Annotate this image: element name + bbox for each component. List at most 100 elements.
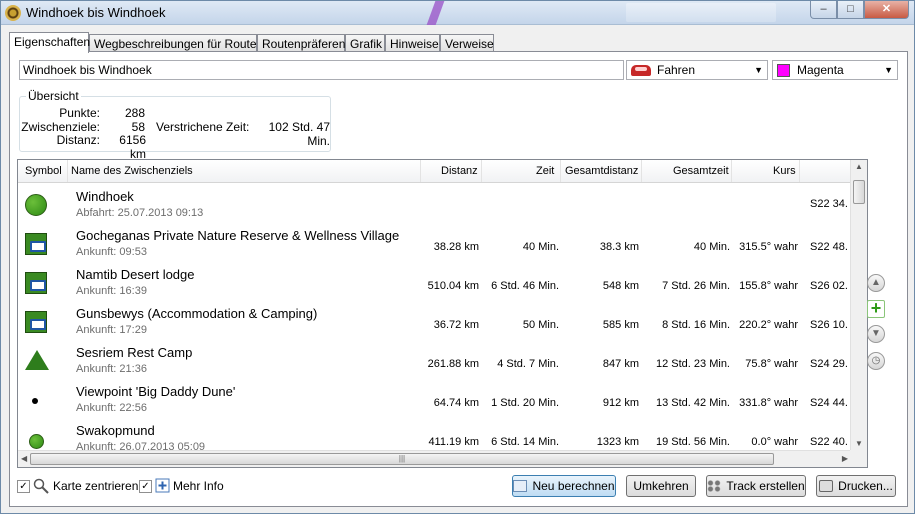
punkte-label: Punkte: [59, 106, 100, 120]
waypoint-time: Ankunft: 16:39 [76, 285, 147, 297]
mode-select[interactable]: Fahren ▼ [626, 60, 768, 80]
waypoint-time: Ankunft: 09:53 [76, 246, 147, 258]
zeit-cell: 6 Std. 14 Min. [491, 436, 559, 448]
drucken-button[interactable]: Drucken... [816, 475, 896, 497]
gesamtdistanz-cell: 1323 km [596, 436, 639, 448]
background-decoration [426, 1, 445, 25]
distanz-cell: 510.04 km [427, 280, 479, 292]
distanz-cell: 38.28 km [433, 241, 479, 253]
table-row[interactable]: Windhoek Abfahrt: 25.07.2013 09:13 S22 3… [18, 183, 851, 222]
position-cell: S22 40. [810, 436, 848, 448]
waypoint-table[interactable]: Symbol Name des Zwischenziels Distanz Ze… [17, 159, 868, 468]
scroll-down-icon[interactable]: ▼ [855, 439, 863, 448]
info-plus-icon [155, 478, 171, 494]
mehr-info-checkbox[interactable]: ✓ [139, 480, 152, 493]
col-symbol[interactable]: Symbol [25, 165, 62, 177]
zeit-cell: 4 Std. 7 Min. [497, 358, 559, 370]
tab-grafik[interactable]: Grafik [345, 34, 385, 52]
tab-eigenschaften[interactable]: Eigenschaften [9, 32, 90, 53]
zwischenziele-value: 58 [131, 120, 145, 134]
track-erstellen-button[interactable]: Track erstellen [706, 475, 806, 497]
waypoint-name: Gocheganas Private Nature Reserve & Well… [76, 228, 400, 243]
table-row[interactable]: Gocheganas Private Nature Reserve & Well… [18, 222, 851, 261]
vertical-scroll-thumb[interactable] [853, 180, 865, 204]
track-icon [707, 480, 722, 492]
position-cell: S22 48. [810, 241, 848, 253]
tab-routenpraeferenz[interactable]: Routenpräferenz [257, 34, 351, 52]
zeit-value: 102 Std. 47 Min. [268, 120, 330, 148]
zeit-cell: 6 Std. 46 Min. [491, 280, 559, 292]
arrow-up-icon[interactable]: ▲ [867, 274, 885, 292]
zwischenziele-label: Zwischenziele: [21, 120, 100, 134]
gesamtdistanz-cell: 912 km [602, 397, 639, 409]
position-cell: S22 34. [810, 198, 848, 210]
scroll-up-icon[interactable]: ▲ [855, 162, 863, 171]
col-gesamtdistanz[interactable]: Gesamtdistanz [565, 165, 638, 177]
gesamtdistanz-cell: 847 km [602, 358, 639, 370]
horizontal-scroll-thumb[interactable]: ||| [30, 453, 774, 465]
position-cell: S24 44. [810, 397, 848, 409]
summary-legend: Übersicht [26, 89, 81, 103]
col-distanz[interactable]: Distanz [441, 165, 478, 177]
route-properties-window: Windhoek bis Windhoek – □ ✕ Eigenschafte… [0, 0, 915, 514]
table-row[interactable]: Sesriem Rest Camp Ankunft: 21:36 261.88 … [18, 339, 851, 378]
col-kurs[interactable]: Kurs [773, 165, 796, 177]
scroll-right-icon[interactable]: ▶ [842, 454, 848, 463]
col-gesamtzeit[interactable]: Gesamtzeit [673, 165, 729, 177]
track-erstellen-label: Track erstellen [726, 479, 805, 493]
minimize-button[interactable]: – [810, 1, 837, 19]
table-header: Symbol Name des Zwischenziels Distanz Ze… [18, 160, 851, 183]
tab-verweise[interactable]: Verweise [440, 34, 494, 52]
gesamtdistanz-cell: 585 km [602, 319, 639, 331]
vertical-scrollbar[interactable]: ▲ ▼ [850, 160, 867, 450]
chevron-down-icon: ▼ [754, 65, 763, 75]
route-name-input[interactable]: Windhoek bis Windhoek [19, 60, 624, 80]
tab-hinweise[interactable]: Hinweise [385, 34, 440, 52]
maximize-button[interactable]: □ [837, 1, 864, 19]
scroll-left-icon[interactable]: ◀ [21, 454, 27, 463]
kurs-cell: 75.8° wahr [745, 358, 798, 370]
umkehren-label: Umkehren [633, 479, 689, 493]
gesamtdistanz-cell: 548 km [602, 280, 639, 292]
distanz-value: 6156 km [119, 133, 146, 161]
green-circle-icon [25, 194, 47, 216]
table-row[interactable]: Namtib Desert lodge Ankunft: 16:39 510.0… [18, 261, 851, 300]
kurs-cell: 331.8° wahr [739, 397, 798, 409]
umkehren-button[interactable]: Umkehren [626, 475, 696, 497]
gesamtzeit-cell: 40 Min. [693, 241, 730, 253]
col-name[interactable]: Name des Zwischenziels [71, 165, 193, 177]
printer-icon [819, 480, 834, 492]
position-cell: S26 10. [810, 319, 848, 331]
calculator-icon [513, 480, 528, 492]
waypoint-name: Swakopmund [76, 423, 155, 438]
close-button[interactable]: ✕ [864, 1, 909, 19]
add-icon[interactable]: + [867, 299, 885, 318]
color-select[interactable]: Magenta ▼ [772, 60, 898, 80]
neu-berechnen-button[interactable]: Neu berechnen [512, 475, 616, 497]
zeit-cell: 50 Min. [522, 319, 559, 331]
summary-group: Übersicht Punkte: 288 Zwischenziele: 58 … [19, 89, 331, 161]
kurs-cell: 0.0° wahr [751, 436, 798, 448]
col-zeit[interactable]: Zeit [536, 165, 554, 177]
scroll-corner [850, 450, 867, 467]
position-cell: S24 29. [810, 358, 848, 370]
neu-berechnen-label: Neu berechnen [532, 479, 615, 493]
tab-wegbeschreibungen[interactable]: Wegbeschreibungen für Routen [89, 34, 263, 52]
tent-icon [25, 350, 49, 370]
waypoint-name: Namtib Desert lodge [76, 267, 195, 282]
karte-zentrieren-checkbox[interactable]: ✓ [17, 480, 30, 493]
window-title: Windhoek bis Windhoek [26, 5, 166, 20]
table-row[interactable]: Viewpoint 'Big Daddy Dune' Ankunft: 22:5… [18, 378, 851, 417]
lodge-icon [25, 233, 47, 255]
gesamtzeit-cell: 19 Std. 56 Min. [656, 436, 730, 448]
kurs-cell: 315.5° wahr [739, 241, 798, 253]
clock-icon[interactable]: ◷ [867, 352, 885, 370]
arrow-down-icon[interactable]: ▼ [867, 325, 885, 343]
title-bar[interactable]: Windhoek bis Windhoek – □ ✕ [1, 1, 914, 25]
table-row[interactable]: Gunsbewys (Accommodation & Camping) Anku… [18, 300, 851, 339]
waypoint-time: Ankunft: 22:56 [76, 402, 147, 414]
horizontal-scrollbar[interactable]: ◀ ||| ▶ [18, 450, 851, 467]
distanz-cell: 411.19 km [428, 436, 479, 448]
gesamtzeit-cell: 12 Std. 23 Min. [656, 358, 730, 370]
waypoint-name: Sesriem Rest Camp [76, 345, 193, 360]
